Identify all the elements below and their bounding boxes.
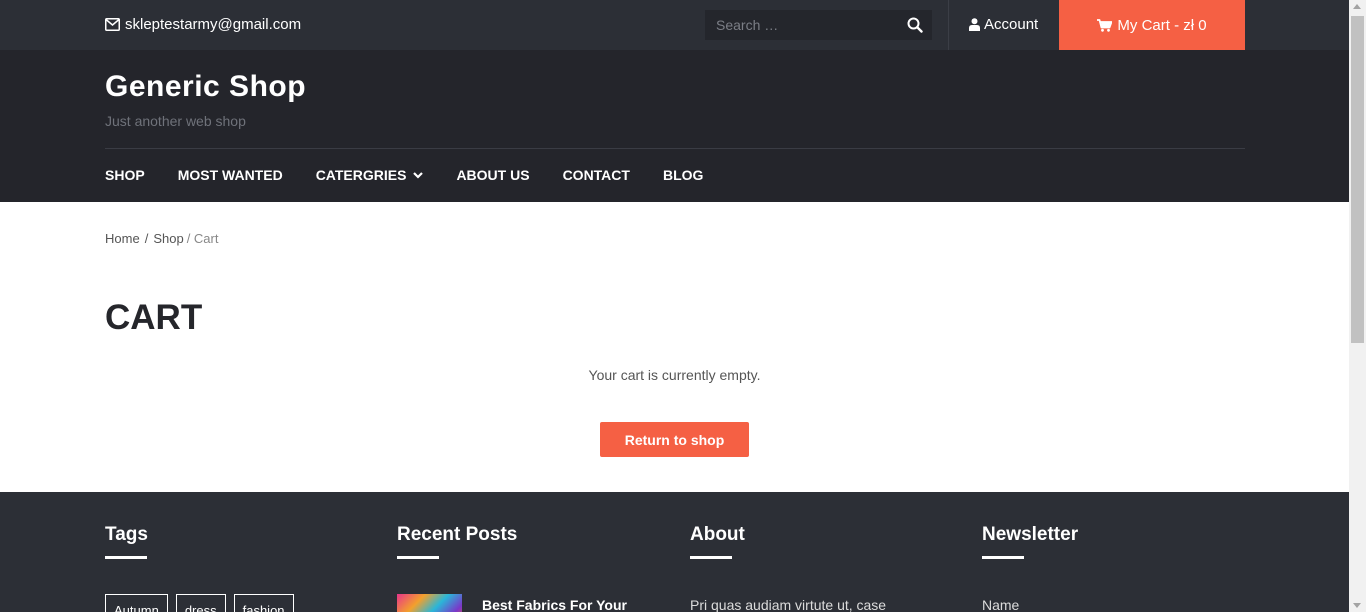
footer-tags-widget: Tags	[105, 524, 148, 559]
scroll-up-arrow-icon[interactable]	[1353, 4, 1361, 9]
heading-underline	[982, 556, 1024, 559]
nav-item-contact[interactable]: CONTACT	[563, 167, 630, 183]
cart-label: My Cart - zł 0	[1117, 16, 1207, 34]
search-icon	[907, 17, 923, 33]
main-nav: SHOP MOST WANTED CATERGRIES ABOUT US CON…	[105, 167, 736, 183]
search-input[interactable]	[705, 10, 895, 40]
site-title[interactable]: Generic Shop	[105, 70, 306, 104]
site-tagline: Just another web shop	[105, 113, 246, 129]
footer-recent-posts-widget: Recent Posts	[397, 524, 517, 559]
heading-underline	[397, 556, 439, 559]
about-text: Pri quas audiam virtute ut, case	[690, 597, 887, 612]
nav-item-categories[interactable]: CATERGRIES	[316, 167, 424, 183]
page-title: CART	[105, 298, 203, 337]
nav-item-about-us[interactable]: ABOUT US	[456, 167, 529, 183]
topbar-divider	[948, 0, 949, 50]
contact-email[interactable]: skleptestarmy@gmail.com	[105, 16, 301, 33]
nav-item-shop[interactable]: SHOP	[105, 167, 145, 183]
nav-item-blog[interactable]: BLOG	[663, 167, 703, 183]
tag-link[interactable]: dress	[175, 594, 226, 612]
scrollbar-thumb[interactable]	[1351, 16, 1364, 343]
nav-item-categories-label: CATERGRIES	[315, 167, 407, 183]
breadcrumb-separator: /	[144, 231, 149, 246]
site-footer: Tags Recent Posts About Newsletter Autum…	[0, 492, 1349, 612]
tag-link[interactable]: Autumn	[105, 594, 168, 612]
breadcrumb-shop[interactable]: Shop	[153, 231, 183, 246]
breadcrumb-home[interactable]: Home	[105, 231, 140, 246]
heading-underline	[105, 556, 147, 559]
cart-empty-message: Your cart is currently empty.	[588, 367, 761, 383]
heading-underline	[690, 556, 732, 559]
footer-newsletter-widget: Newsletter	[982, 524, 1078, 559]
footer-tags-heading: Tags	[105, 524, 148, 545]
recent-post-title[interactable]: Best Fabrics For Your	[482, 597, 627, 612]
cart-icon	[1097, 18, 1113, 32]
user-icon	[969, 18, 980, 31]
search-form	[705, 10, 932, 40]
chevron-down-icon	[413, 171, 424, 179]
account-label: Account	[984, 16, 1039, 33]
top-bar: skleptestarmy@gmail.com Account My Cart …	[0, 0, 1349, 50]
return-to-shop-button[interactable]: Return to shop	[600, 422, 749, 457]
account-link[interactable]: Account	[969, 16, 1038, 33]
email-text: skleptestarmy@gmail.com	[125, 16, 302, 33]
recent-post-thumbnail[interactable]	[397, 594, 462, 612]
tag-link[interactable]: fashion	[233, 594, 294, 612]
footer-about-heading: About	[690, 524, 745, 545]
footer-about-widget: About	[690, 524, 745, 559]
scroll-down-arrow-icon[interactable]	[1353, 603, 1361, 608]
breadcrumb: Home / Shop / Cart	[105, 231, 218, 246]
my-cart-button[interactable]: My Cart - zł 0	[1059, 0, 1245, 50]
footer-newsletter-heading: Newsletter	[982, 524, 1079, 545]
envelope-icon	[105, 18, 120, 31]
newsletter-name-label: Name	[982, 597, 1020, 612]
nav-item-most-wanted[interactable]: MOST WANTED	[178, 167, 283, 183]
tag-cloud: Autumn dress fashion	[105, 594, 294, 612]
page-scrollbar[interactable]	[1349, 0, 1366, 612]
breadcrumb-current: / Cart	[186, 231, 219, 246]
header-divider	[105, 148, 1245, 149]
site-header: Generic Shop Just another web shop SHOP …	[0, 50, 1349, 202]
footer-recent-posts-heading: Recent Posts	[397, 524, 518, 545]
search-button[interactable]	[907, 17, 923, 33]
